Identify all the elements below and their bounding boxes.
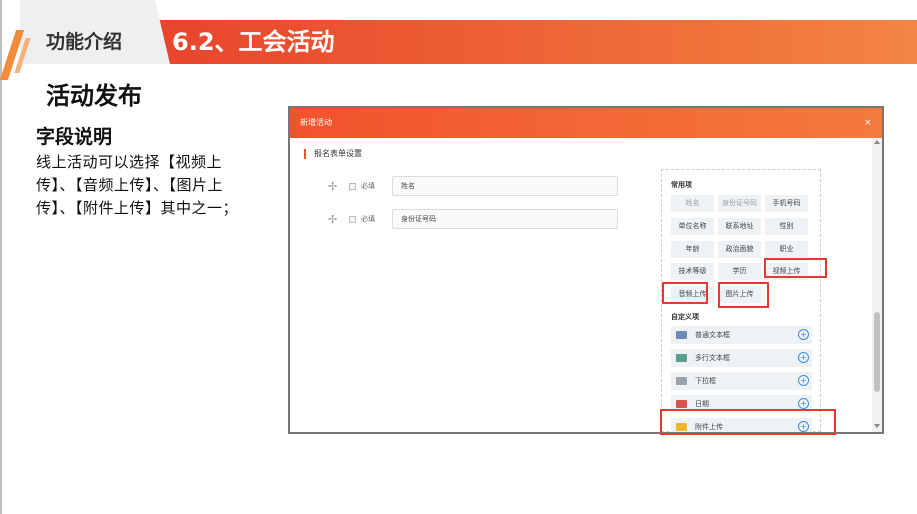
custom-item-label: 多行文本框 (695, 354, 730, 362)
common-items-header: 常用项 (671, 181, 692, 189)
palette-chip[interactable]: 单位名称 (671, 218, 714, 235)
scrollbar-thumb[interactable] (874, 312, 880, 392)
text-field-icon (676, 331, 687, 339)
palette-chip[interactable]: 技术等级 (671, 263, 714, 280)
required-checkbox[interactable] (349, 216, 356, 223)
custom-item[interactable]: 多行文本框 + (671, 349, 812, 367)
palette-chip[interactable]: 性别 (765, 218, 808, 235)
header-tab-label: 功能介绍 (46, 31, 123, 53)
drag-handle-icon[interactable]: ✢ (328, 181, 337, 193)
custom-item-label: 普通文本框 (695, 331, 730, 339)
calendar-icon (676, 400, 687, 408)
header-title: 6.2、工会活动 (172, 28, 335, 56)
palette-chip[interactable]: 政治面貌 (718, 241, 761, 258)
scroll-down-icon[interactable] (874, 424, 880, 428)
custom-item[interactable]: 下拉框 + (671, 372, 812, 390)
required-label: 必填 (361, 215, 375, 223)
scrollbar[interactable] (872, 138, 882, 432)
palette-chip[interactable]: 手机号码 (765, 195, 808, 212)
section-marker (304, 149, 306, 159)
required-checkbox[interactable] (349, 183, 356, 190)
add-icon[interactable]: + (798, 352, 809, 363)
highlight-box-video (764, 258, 827, 278)
form-field-input[interactable]: 姓名 (392, 176, 618, 196)
palette-chip[interactable]: 姓名 (671, 195, 714, 212)
scroll-up-icon[interactable] (874, 140, 880, 144)
add-icon[interactable]: + (798, 329, 809, 340)
dialog-title: 新增活动 (300, 118, 332, 127)
section-title: 活动发布 (46, 82, 142, 110)
required-label: 必填 (361, 182, 375, 190)
drag-handle-icon[interactable]: ✢ (328, 214, 337, 226)
textarea-icon (676, 354, 687, 362)
form-field-input[interactable]: 身份证号码 (392, 209, 618, 229)
palette-chip[interactable]: 职业 (765, 241, 808, 258)
palette-chip[interactable]: 联系地址 (718, 218, 761, 235)
dialog-header: 新增活动 × (290, 108, 882, 138)
dialog-body: 报名表单设置 ✢ 必填 姓名 ✢ 必填 身份证号码 常用项 姓名 身份证号码 手… (290, 138, 872, 432)
highlight-box-image (718, 282, 769, 308)
highlight-box-audio (662, 282, 708, 304)
palette-chip[interactable]: 年龄 (671, 241, 714, 258)
palette-chip[interactable]: 身份证号码 (718, 195, 761, 212)
form-section-label: 报名表单设置 (314, 149, 362, 158)
palette-chip[interactable]: 学历 (718, 263, 761, 280)
custom-item-label: 下拉框 (695, 377, 716, 385)
add-icon[interactable]: + (798, 375, 809, 386)
custom-items-header: 自定义项 (671, 313, 699, 321)
dropdown-icon (676, 377, 687, 385)
close-icon[interactable]: × (864, 117, 872, 129)
field-title: 字段说明 (36, 126, 113, 148)
field-description: 线上活动可以选择【视频上传】、【音频上传】、【图片上传】、【附件上传】其中之一； (36, 153, 239, 217)
highlight-box-attachment (660, 409, 836, 435)
custom-item[interactable]: 普通文本框 + (671, 326, 812, 344)
add-icon[interactable]: + (798, 398, 809, 409)
